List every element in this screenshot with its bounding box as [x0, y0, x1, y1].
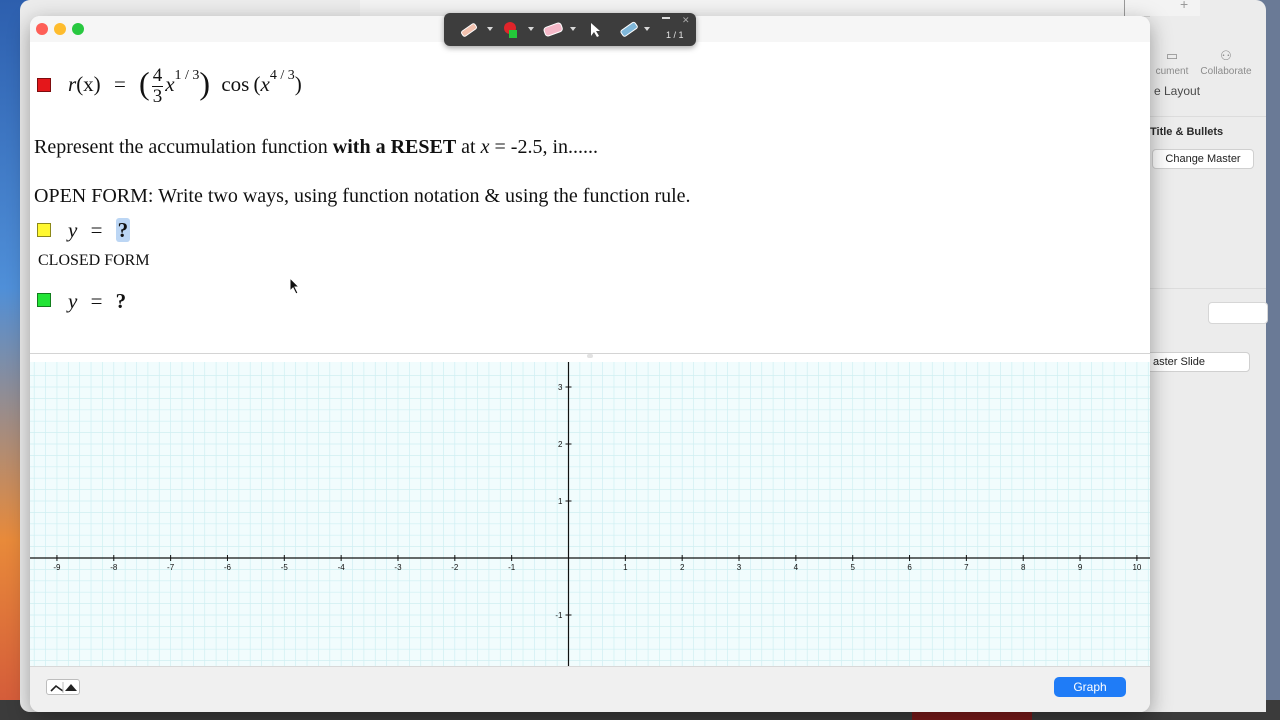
- graph-svg: -9-8-7-6-5-4-3-2-112345678910321-1-2: [30, 362, 1150, 666]
- x-tick-label: 1: [623, 563, 628, 572]
- equation-y-open[interactable]: y = ?: [68, 218, 131, 243]
- instruction-variable: x: [480, 136, 490, 158]
- exponent: 1 / 3: [174, 68, 200, 83]
- equals-sign: =: [90, 289, 103, 313]
- fraction: 43: [151, 64, 164, 107]
- variable-x: x: [165, 72, 175, 96]
- variable-x: x: [260, 72, 270, 96]
- cos-function: cos: [221, 72, 250, 96]
- placeholder-question[interactable]: ?: [116, 289, 127, 313]
- instruction-part: = -2.5, in......: [489, 136, 599, 158]
- graph-canvas[interactable]: -9-8-7-6-5-4-3-2-112345678910321-1-2: [30, 362, 1150, 666]
- x-tick-label: -5: [281, 563, 289, 572]
- y-tick-label: 2: [558, 440, 563, 449]
- document-icon: ▭: [1165, 48, 1179, 63]
- eraser-icon[interactable]: [540, 19, 568, 39]
- inspector-tab-collaborate[interactable]: ⚇ Collaborate: [1196, 48, 1256, 77]
- x-tick-label: -4: [338, 563, 346, 572]
- y-tick-label: -1: [555, 611, 563, 620]
- y-tick-label: 3: [558, 383, 563, 392]
- x-tick-label: -8: [110, 563, 118, 572]
- exponent: 4 / 3: [269, 68, 295, 83]
- x-tick-label: 5: [850, 563, 855, 572]
- instruction-bold: with a RESET: [332, 136, 457, 158]
- instruction-part: at: [456, 136, 481, 158]
- close-paren: ): [199, 65, 211, 101]
- x-tick-label: -3: [394, 563, 402, 572]
- open-form-text: OPEN FORM: Write two ways, using functio…: [34, 185, 691, 207]
- equation-editor[interactable]: r(x) = (4 3 x1 / 3) cos (x4 / 3) Represent…: [30, 42, 1150, 354]
- x-tick-label: -2: [451, 563, 459, 572]
- inspector-panel: ▭ cument ⚇ Collaborate e Layout Title & …: [1144, 16, 1268, 712]
- mouse-cursor-icon: [289, 277, 301, 295]
- master-name: Title & Bullets: [1150, 126, 1224, 138]
- eraser-dropdown[interactable]: [570, 27, 576, 31]
- x-tick-label: 10: [1132, 563, 1141, 572]
- mountain-icon: [50, 682, 77, 693]
- color-swatch-icon[interactable]: [500, 19, 524, 39]
- x-tick-label: 8: [1021, 563, 1026, 572]
- pointer-icon[interactable]: [588, 19, 602, 39]
- change-master-button[interactable]: Change Master: [1152, 149, 1254, 169]
- close-window-button[interactable]: [36, 23, 48, 35]
- equals-sign: =: [113, 72, 126, 96]
- x-tick-label: 4: [794, 563, 799, 572]
- open-paren: (: [139, 65, 150, 101]
- function-name: r: [68, 72, 77, 96]
- y-tick-label: 1: [558, 497, 563, 506]
- x-tick-label: 3: [737, 563, 742, 572]
- equation-r[interactable]: r(x) = (4 3 x1 / 3) cos (x4 / 3): [68, 62, 302, 107]
- x-tick-label: 9: [1078, 563, 1083, 572]
- variable-y: y: [68, 289, 78, 313]
- inspector-tab-label: cument: [1155, 66, 1189, 77]
- placeholder-question[interactable]: ?: [115, 218, 131, 242]
- add-icon[interactable]: +: [1180, 0, 1188, 12]
- inspector-tab-label: Collaborate: [1200, 66, 1252, 77]
- x-tick-label: -9: [53, 563, 61, 572]
- zoom-window-button[interactable]: [72, 23, 84, 35]
- pencil-icon[interactable]: [458, 19, 480, 39]
- closed-form-text: CLOSED FORM: [38, 252, 150, 269]
- page-count: 1 / 1: [666, 30, 684, 40]
- x-tick-label: -7: [167, 563, 175, 572]
- x-tick-label: 2: [680, 563, 685, 572]
- highlighter-icon[interactable]: [616, 19, 644, 39]
- fraction-numerator: 4: [151, 64, 164, 87]
- equals-sign: =: [90, 218, 103, 242]
- divider: [1150, 116, 1266, 117]
- close-toolbar-icon[interactable]: ✕: [682, 15, 690, 26]
- annotation-toolbar: ✕ 1 / 1: [444, 13, 696, 46]
- variable-y: y: [68, 218, 78, 242]
- bottom-bar: Graph: [30, 666, 1150, 712]
- collaborate-icon: ⚇: [1220, 48, 1232, 63]
- inspector-tab-document[interactable]: ▭ cument: [1146, 48, 1198, 77]
- highlighter-dropdown[interactable]: [644, 27, 650, 31]
- yellow-color-square[interactable]: [37, 223, 51, 237]
- function-arg: (x): [76, 72, 101, 96]
- graph-button[interactable]: Graph: [1054, 677, 1126, 697]
- grapher-window: r(x) = (4 3 x1 / 3) cos (x4 / 3) Represent…: [30, 16, 1150, 712]
- toolbar-separator: [1124, 0, 1125, 16]
- graph-style-toggle[interactable]: [46, 679, 80, 695]
- splitter-handle[interactable]: [587, 354, 593, 358]
- divider: [1150, 288, 1266, 289]
- x-tick-label: 7: [964, 563, 969, 572]
- color-dropdown[interactable]: [528, 27, 534, 31]
- green-color-square[interactable]: [37, 293, 51, 307]
- instruction-text: Represent the accumulation function with…: [34, 136, 598, 159]
- minimize-toolbar-icon[interactable]: [662, 17, 670, 19]
- equation-y-closed[interactable]: y = ?: [68, 289, 126, 314]
- instruction-part: Represent the accumulation function: [34, 136, 333, 158]
- red-color-square[interactable]: [37, 78, 51, 92]
- slide-layout-header: e Layout: [1154, 84, 1201, 98]
- pencil-dropdown[interactable]: [487, 27, 493, 31]
- fraction-denominator: 3: [152, 85, 163, 107]
- edit-master-slide-button[interactable]: aster Slide: [1144, 352, 1250, 372]
- inspector-field[interactable]: [1208, 302, 1268, 324]
- x-tick-label: -6: [224, 563, 232, 572]
- x-tick-label: 6: [907, 563, 912, 572]
- minimize-window-button[interactable]: [54, 23, 66, 35]
- x-tick-label: -1: [508, 563, 516, 572]
